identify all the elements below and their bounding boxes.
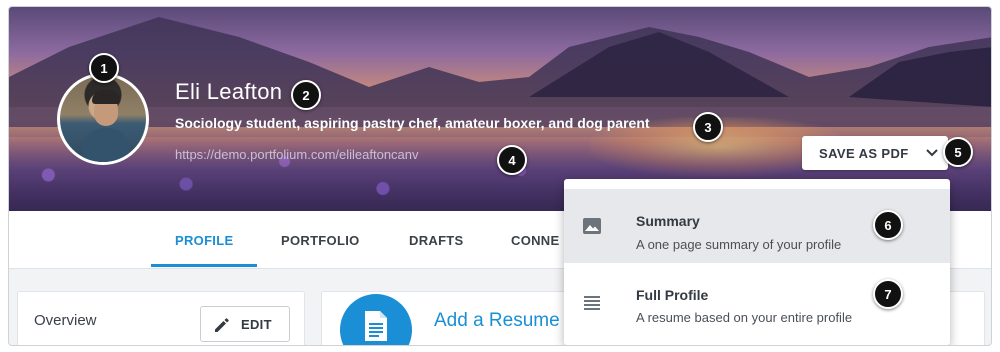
menu-item-summary-title: Summary <box>636 213 700 229</box>
callout-marker: 4 <box>497 145 527 175</box>
add-resume-title[interactable]: Add a Resume <box>434 310 560 332</box>
profile-url[interactable]: https://demo.portfolium.com/elileaftonca… <box>175 147 419 162</box>
tab-drafts[interactable]: DRAFTS <box>409 211 464 269</box>
menu-item-full-profile-title: Full Profile <box>636 287 709 303</box>
save-as-pdf-label: SAVE AS PDF <box>819 145 909 161</box>
resume-badge <box>340 294 412 345</box>
save-as-pdf-button[interactable]: SAVE AS PDF <box>802 136 948 170</box>
list-lines-icon <box>584 296 600 310</box>
profile-name: Eli Leafton <box>175 79 283 104</box>
pdf-options-menu: Summary A one page summary of your profi… <box>564 179 950 345</box>
menu-item-full-profile-description: A resume based on your entire profile <box>636 310 853 325</box>
edit-label: EDIT <box>241 316 272 332</box>
pencil-icon <box>215 318 229 332</box>
avatar[interactable] <box>57 73 149 165</box>
edit-overview-button[interactable]: EDIT <box>200 306 290 342</box>
callout-marker: 5 <box>943 137 973 167</box>
callout-marker: 2 <box>291 80 321 110</box>
avatar-hair <box>92 90 120 104</box>
tab-connections[interactable]: CONNE <box>511 211 559 269</box>
active-tab-indicator <box>151 264 257 267</box>
chevron-down-icon <box>926 149 938 157</box>
overview-label: Overview <box>34 312 97 329</box>
callout-marker: 1 <box>89 53 119 83</box>
callout-marker: 3 <box>693 112 723 142</box>
tab-profile[interactable]: PROFILE <box>175 211 233 269</box>
callout-marker: 7 <box>873 279 903 309</box>
tab-portfolio[interactable]: PORTFOLIO <box>281 211 360 269</box>
profile-tagline: Sociology student, aspiring pastry chef,… <box>175 115 650 131</box>
callout-marker: 6 <box>873 210 903 240</box>
document-icon <box>365 311 387 341</box>
image-icon <box>583 218 601 234</box>
menu-item-summary-description: A one page summary of your profile <box>636 237 842 252</box>
overview-card: Overview EDIT <box>17 291 305 345</box>
profile-page: Eli Leafton Sociology student, aspiring … <box>8 6 992 346</box>
avatar-body <box>82 128 130 162</box>
